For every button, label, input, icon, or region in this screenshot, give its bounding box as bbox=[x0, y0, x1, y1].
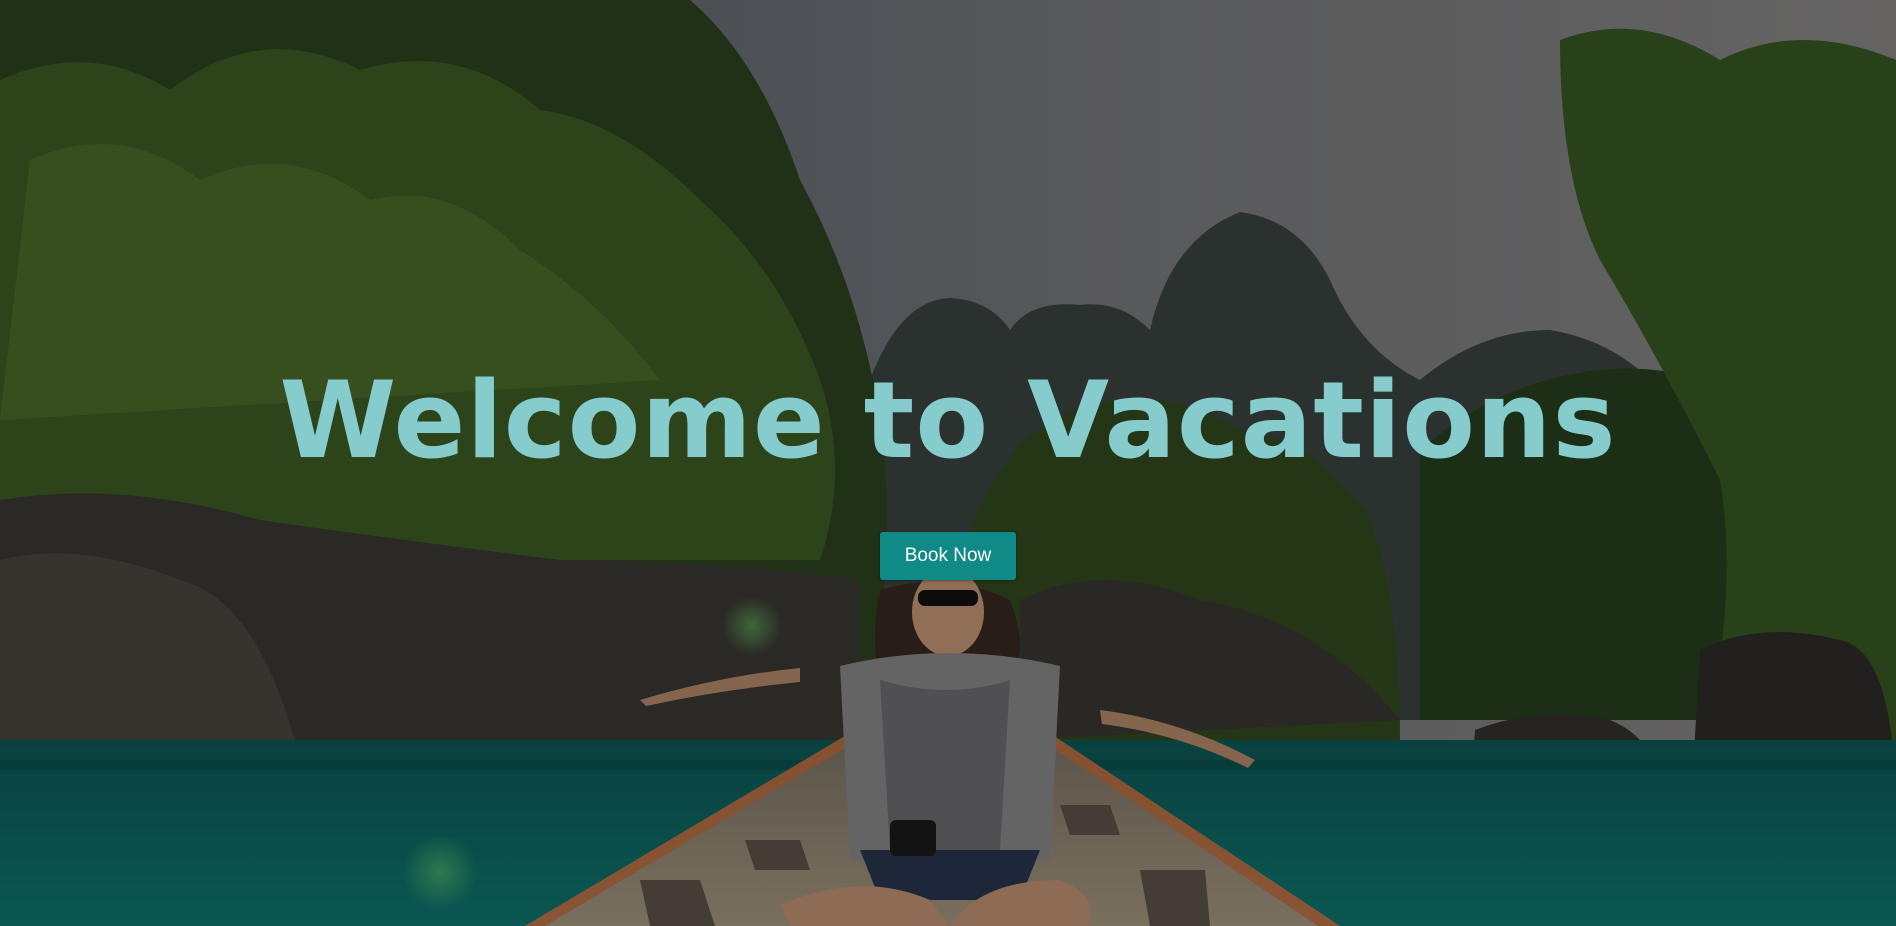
hero-section: Welcome to Vacations Book Now bbox=[0, 0, 1896, 926]
hero-title: Welcome to Vacations bbox=[279, 359, 1617, 482]
hero-content: Welcome to Vacations Book Now bbox=[0, 368, 1896, 580]
book-now-button[interactable]: Book Now bbox=[879, 532, 1017, 580]
